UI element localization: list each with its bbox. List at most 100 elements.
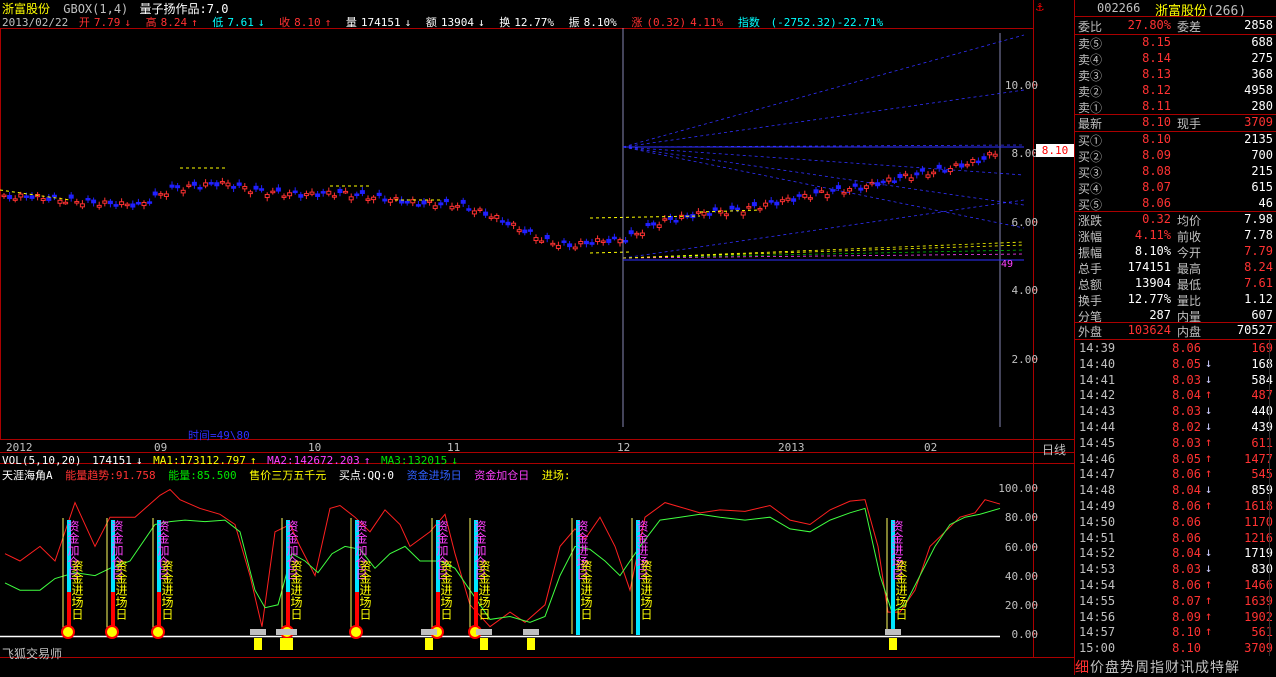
trade-row[interactable]: 14:50 8.06 1170	[1075, 514, 1276, 530]
candle-body	[85, 198, 91, 201]
signal-label: 资金进场日	[477, 560, 491, 620]
panel-tab[interactable]: 周	[1135, 660, 1149, 676]
panel-tab[interactable]: 势	[1120, 660, 1134, 676]
candle-body	[623, 240, 629, 243]
trade-time: 14:40	[1079, 356, 1116, 371]
down-arrow-icon: ↓	[257, 16, 265, 29]
candle-body	[751, 202, 757, 207]
candle-body	[634, 232, 640, 236]
candle-body	[427, 200, 433, 203]
candle-body	[606, 238, 612, 243]
trade-price: 8.09	[1172, 609, 1201, 624]
candle-body	[970, 159, 976, 163]
ma-segment	[699, 209, 761, 213]
vol-ma1: MA1:173112.797	[153, 454, 246, 467]
trade-row[interactable]: 14:51 8.06 1216	[1075, 530, 1276, 546]
candle-body	[740, 211, 746, 216]
trade-row[interactable]: 14:43 8.03 ↓ 440	[1075, 403, 1276, 419]
candle-body	[460, 199, 466, 204]
candle-body	[785, 197, 791, 201]
up-arrow-icon: ↑	[324, 16, 332, 29]
gray-block	[281, 629, 297, 635]
amount-label: 额	[425, 16, 437, 29]
trade-row[interactable]: 14:41 8.03 ↓ 584	[1075, 372, 1276, 388]
candle-body	[791, 198, 797, 202]
stat-value: 7.98	[1244, 212, 1273, 226]
candle-body	[74, 201, 80, 204]
trade-row[interactable]: 14:44 8.02 ↓ 439	[1075, 419, 1276, 435]
chart-area[interactable]: 资金加仓日 资金进场日 资金加仓日 资金进场日 资金加仓日 资金进场日 资金加仓日 资金进场日…	[0, 0, 1074, 675]
trade-price: 8.10	[1172, 625, 1201, 640]
weicha-value: 2858	[1244, 18, 1273, 32]
trade-row[interactable]: 15:00 8.10 3709	[1075, 640, 1276, 656]
candle-body	[382, 198, 388, 202]
candle-body	[253, 185, 259, 190]
trade-price: 8.06	[1172, 499, 1201, 513]
candle-body	[746, 206, 752, 209]
open-label: 开	[78, 16, 90, 29]
candle-body	[897, 174, 903, 178]
trade-row[interactable]: 14:57 8.10 ↑ 561	[1075, 624, 1276, 640]
time-tick: 09	[154, 441, 168, 454]
up-arrow-icon: ↑	[1205, 434, 1213, 449]
trade-row[interactable]: 14:48 8.04 ↓ 859	[1075, 482, 1276, 498]
trade-row[interactable]: 14:46 8.05 ↑ 1477	[1075, 451, 1276, 467]
change-pct-value: 4.11%	[690, 16, 724, 29]
trade-row[interactable]: 14:56 8.09 ↑ 1902	[1075, 609, 1276, 625]
candle-body	[763, 202, 769, 207]
trade-row[interactable]: 14:53 8.03 ↓ 830	[1075, 561, 1276, 577]
trade-row[interactable]: 14:42 8.04 ↑ 487	[1075, 387, 1276, 403]
panel-tab[interactable]: 指	[1150, 660, 1164, 676]
panel-tab[interactable]: 解	[1225, 660, 1239, 676]
chart-canvas[interactable]: 资金加仓日资金进场日资金加仓日资金进场日资金加仓日资金进场日资金加仓日资金进场日…	[0, 0, 1074, 675]
candle-body	[259, 188, 265, 191]
down-arrow-icon: ↓	[1205, 482, 1213, 497]
trade-scrollbar[interactable]	[1269, 340, 1276, 656]
trade-row[interactable]: 14:54 8.06 ↑ 1466	[1075, 577, 1276, 593]
trade-price: 8.04	[1172, 546, 1201, 561]
lock-icon[interactable]: ⚓	[1036, 0, 1044, 15]
candle-body	[499, 220, 505, 223]
candle-body	[774, 201, 780, 206]
panel-tab[interactable]: 特	[1210, 660, 1224, 676]
up-arrow-icon: ↑	[1205, 498, 1213, 512]
signal-label: 资金进场日	[439, 560, 453, 620]
candle-body	[662, 218, 668, 221]
trade-row[interactable]: 14:55 8.07 ↑ 1639	[1075, 593, 1276, 609]
stat-value: 8.10%	[1134, 244, 1171, 258]
trade-price: 8.06	[1172, 530, 1201, 545]
trade-row[interactable]: 14:39 8.06 169	[1075, 340, 1276, 356]
buy-order-row: 买③ 8.08 215	[1075, 163, 1276, 180]
candle-body	[712, 207, 718, 211]
panel-tab[interactable]: 讯	[1180, 660, 1194, 676]
panel-tab[interactable]: 盘	[1105, 660, 1119, 676]
stat-value: 8.24	[1244, 260, 1273, 274]
trade-row[interactable]: 14:45 8.03 ↑ 611	[1075, 435, 1276, 451]
fan-line	[622, 146, 1025, 176]
panel-tab[interactable]: 成	[1195, 660, 1209, 676]
candle-body	[723, 213, 729, 217]
up-arrow-icon: ↑	[1205, 387, 1213, 402]
candle-body	[567, 243, 573, 248]
period-label[interactable]: 日线	[1042, 441, 1066, 458]
trade-row[interactable]: 14:40 8.05 ↓ 168	[1075, 356, 1276, 372]
sell-order-volume: 368	[1251, 67, 1273, 81]
panel-tab[interactable]: 细	[1075, 660, 1089, 676]
candle-body	[163, 193, 169, 197]
candle-body	[1, 194, 7, 198]
candle-body	[393, 197, 399, 200]
trade-row[interactable]: 14:47 8.06 ↑ 545	[1075, 466, 1276, 482]
candle-body	[583, 240, 589, 245]
panel-tab[interactable]: 价	[1090, 660, 1104, 676]
panel-tab[interactable]: 财	[1165, 660, 1179, 676]
candle-body	[925, 174, 931, 178]
candle-body	[936, 164, 942, 169]
candle-body	[197, 186, 203, 190]
candle-body	[180, 189, 186, 194]
candle-body	[533, 237, 539, 242]
candle-body	[768, 200, 774, 203]
candle-body	[208, 182, 214, 185]
trade-row[interactable]: 14:49 8.06 ↑ 1618	[1075, 498, 1276, 514]
trade-row[interactable]: 14:52 8.04 ↓ 1719	[1075, 545, 1276, 561]
candle-body	[219, 181, 225, 184]
